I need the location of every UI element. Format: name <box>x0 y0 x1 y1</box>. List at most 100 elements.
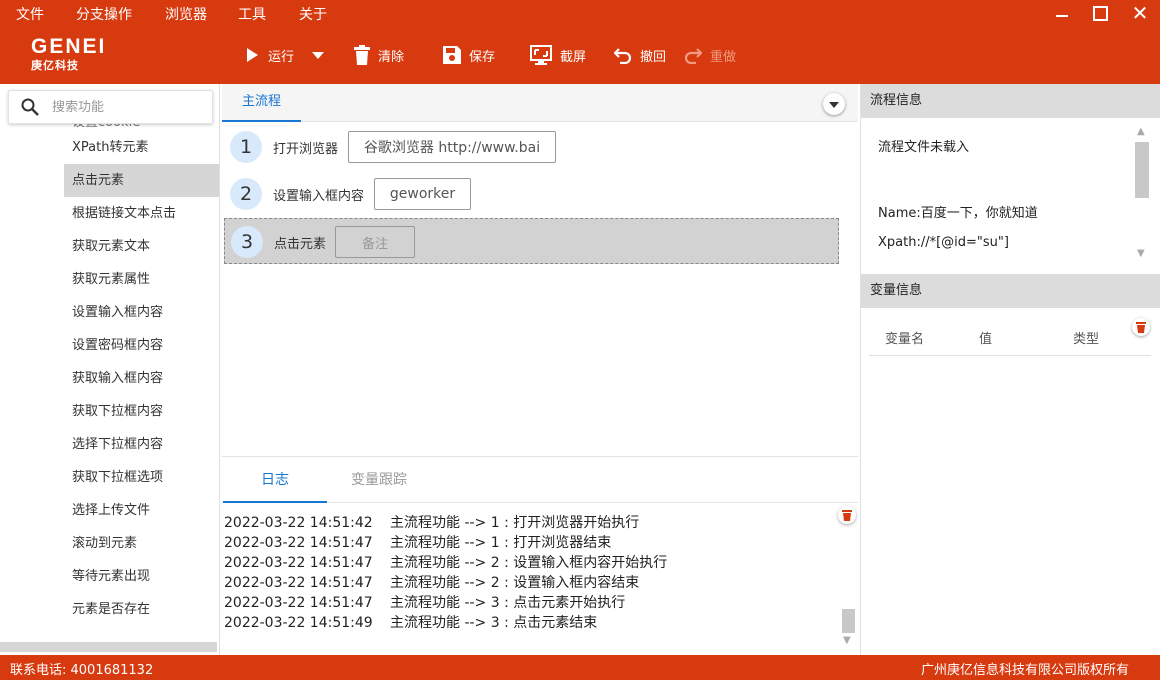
list-item[interactable]: 选择上传文件 <box>64 494 219 527</box>
run-label: 运行 <box>268 49 295 65</box>
tab-log[interactable]: 日志 <box>223 457 327 503</box>
flow-step[interactable]: 1 打开浏览器 谷歌浏览器 http://www.bai <box>224 124 839 170</box>
column-header-type: 类型 <box>1073 332 1100 347</box>
log-lines: 2022-03-22 14:51:42 主流程功能 --> 1 : 打开浏览器开始… <box>224 513 836 633</box>
log-line: 2022-03-22 14:51:47 主流程功能 --> 1 : 打开浏览器结束 <box>224 533 836 553</box>
variable-clear-button[interactable] <box>1132 318 1150 336</box>
menu-about[interactable]: 关于 <box>299 4 327 24</box>
minimize-icon[interactable] <box>1052 3 1072 23</box>
step-value-field[interactable]: geworker <box>374 178 471 210</box>
flow-info-name: Name:百度一下，你就知道 <box>878 206 1038 221</box>
list-item[interactable]: 设置密码框内容 <box>64 329 219 362</box>
log-line: 2022-03-22 14:51:47 主流程功能 --> 3 : 点击元素开始执… <box>224 593 836 613</box>
save-button[interactable]: 保存 <box>443 43 495 67</box>
list-item[interactable]: 等待元素出现 <box>64 560 219 593</box>
save-label: 保存 <box>469 49 496 65</box>
step-label: 设置输入框内容 <box>273 189 365 204</box>
function-list: 设置cookie XPath转元素 点击元素 根据链接文本点击 获取元素文本 获… <box>0 122 219 642</box>
list-item[interactable]: 获取元素属性 <box>64 263 219 296</box>
menu-tools[interactable]: 工具 <box>238 4 266 24</box>
scrollbar-thumb[interactable] <box>842 609 855 633</box>
flow-info-title: 流程信息 <box>861 84 1160 118</box>
run-button[interactable]: 运行 <box>246 43 294 67</box>
log-clear-button[interactable] <box>838 506 856 524</box>
log-line: 2022-03-22 14:51:47 主流程功能 --> 2 : 设置输入框内容… <box>224 573 836 593</box>
step-label: 打开浏览器 <box>273 142 339 157</box>
step-note-field[interactable]: 备注 <box>335 226 415 258</box>
scroll-up-icon[interactable]: ▲ <box>1137 126 1145 137</box>
flow-info-box: 流程文件未载入 Name:百度一下，你就知道 Xpath://*[@id="su… <box>861 118 1160 270</box>
menu-browser[interactable]: 浏览器 <box>165 4 207 24</box>
info-scrollbar[interactable]: ▲ ▼ <box>1135 126 1149 264</box>
trash-icon <box>354 45 370 65</box>
list-item[interactable]: 获取元素文本 <box>64 230 219 263</box>
chevron-down-icon[interactable] <box>823 93 845 115</box>
list-item[interactable]: XPath转元素 <box>64 131 219 164</box>
flow-step-active[interactable]: 3 点击元素 备注 <box>224 218 839 264</box>
flow-info-xpath: Xpath://*[@id="su"] <box>878 235 1009 250</box>
step-number: 1 <box>230 131 262 163</box>
log-text: 主流程功能 --> 1 : 打开浏览器结束 <box>390 535 612 551</box>
log-time: 2022-03-22 14:51:47 <box>224 535 373 551</box>
log-time: 2022-03-22 14:51:49 <box>224 615 373 631</box>
step-value-field[interactable]: 谷歌浏览器 http://www.bai <box>348 131 556 163</box>
redo-icon <box>684 48 702 64</box>
list-item[interactable]: 获取下拉框内容 <box>64 395 219 428</box>
scroll-down-icon[interactable]: ▼ <box>843 635 851 646</box>
copyright: 广州庚亿信息科技有限公司版权所有 <box>921 663 1130 678</box>
log-panel: 日志 变量跟踪 2022-03-22 14:51:42 主流程功能 --> 1 :… <box>222 456 858 655</box>
list-item[interactable]: 获取输入框内容 <box>64 362 219 395</box>
redo-button[interactable]: 重做 <box>684 43 736 67</box>
search-icon <box>21 98 39 116</box>
redo-label: 重做 <box>710 49 737 65</box>
list-item[interactable]: 根据链接文本点击 <box>64 197 219 230</box>
log-text: 主流程功能 --> 2 : 设置输入框内容结束 <box>390 575 640 591</box>
variable-table-header: 变量名 值 类型 <box>869 316 1151 356</box>
list-item[interactable]: 获取下拉框选项 <box>64 461 219 494</box>
info-panel: 流程信息 流程文件未载入 Name:百度一下，你就知道 Xpath://*[@i… <box>860 84 1160 655</box>
log-time: 2022-03-22 14:51:47 <box>224 575 373 591</box>
menu-file[interactable]: 文件 <box>16 4 44 24</box>
play-icon <box>247 48 258 62</box>
log-scrollbar[interactable]: ▼ <box>840 609 856 651</box>
undo-icon <box>614 48 632 64</box>
logo: GENEI 庚亿科技 <box>31 36 106 73</box>
clear-button[interactable]: 清除 <box>354 43 404 67</box>
tab-variable-trace[interactable]: 变量跟踪 <box>327 457 431 503</box>
variable-info-title: 变量信息 <box>861 274 1160 308</box>
flow-tabbar: 主流程 <box>222 84 858 122</box>
step-number: 2 <box>230 178 262 210</box>
status-bar: 联系电话: 4001681132 广州庚亿信息科技有限公司版权所有 <box>0 655 1160 680</box>
scroll-down-icon[interactable]: ▼ <box>1137 248 1145 259</box>
column-header-value: 值 <box>979 332 993 347</box>
flow-step[interactable]: 2 设置输入框内容 geworker <box>224 171 839 217</box>
maximize-icon[interactable] <box>1090 3 1110 23</box>
clear-label: 清除 <box>378 49 405 65</box>
trash-icon <box>1136 322 1146 333</box>
close-icon[interactable]: ✕ <box>1130 3 1150 23</box>
logo-brand-cn: 庚亿科技 <box>31 60 79 72</box>
menu-branch[interactable]: 分支操作 <box>76 4 132 24</box>
log-text: 主流程功能 --> 2 : 设置输入框内容开始执行 <box>390 555 668 571</box>
list-item[interactable]: 元素是否存在 <box>64 593 219 626</box>
step-label: 点击元素 <box>274 237 327 252</box>
horizontal-scrollbar[interactable] <box>0 642 217 652</box>
screenshot-button[interactable]: 截屏 <box>530 43 586 67</box>
log-time: 2022-03-22 14:51:42 <box>224 515 373 531</box>
list-item[interactable]: 选择下拉框内容 <box>64 428 219 461</box>
tab-main-flow[interactable]: 主流程 <box>222 84 301 122</box>
trash-icon <box>842 510 852 521</box>
undo-button[interactable]: 撤回 <box>614 43 666 67</box>
list-item[interactable]: 设置输入框内容 <box>64 296 219 329</box>
run-dropdown-icon[interactable] <box>312 52 324 59</box>
list-item-selected[interactable]: 点击元素 <box>64 164 219 197</box>
log-text: 主流程功能 --> 1 : 打开浏览器开始执行 <box>390 515 640 531</box>
search-box[interactable] <box>8 90 213 124</box>
search-input[interactable] <box>52 99 192 115</box>
flow-info-status: 流程文件未载入 <box>878 140 970 155</box>
list-item[interactable]: 滚动到元素 <box>64 527 219 560</box>
function-panel: 设置cookie XPath转元素 点击元素 根据链接文本点击 获取元素文本 获… <box>0 84 220 655</box>
scrollbar-thumb[interactable] <box>1135 142 1149 198</box>
log-text: 主流程功能 --> 3 : 点击元素结束 <box>390 615 598 631</box>
undo-label: 撤回 <box>640 49 667 65</box>
